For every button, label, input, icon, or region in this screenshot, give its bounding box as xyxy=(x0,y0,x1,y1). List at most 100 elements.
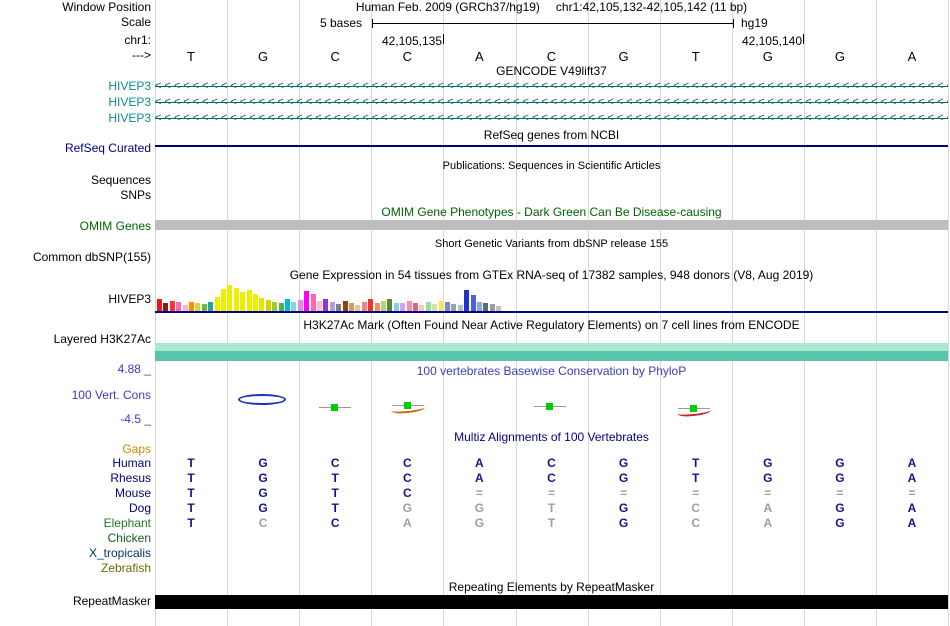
gencode-gene-label[interactable]: HIVEP3 xyxy=(0,96,151,109)
vertical-guideline xyxy=(803,0,805,626)
gtex-expression-bar xyxy=(342,301,348,311)
alignment-base: T xyxy=(187,486,195,500)
reference-base: G xyxy=(834,49,845,64)
phylop-min-label: -4.5 _ xyxy=(120,412,151,426)
species-label[interactable]: Elephant xyxy=(0,517,151,530)
track-title-omim[interactable]: OMIM Gene Phenotypes - Dark Green Can Be… xyxy=(155,206,948,219)
gtex-expression-bar xyxy=(278,303,284,311)
alignment-base: = xyxy=(764,486,772,500)
species-label[interactable]: Dog xyxy=(0,502,151,515)
alignment-base: T xyxy=(187,471,195,485)
gencode-gene-label[interactable]: HIVEP3 xyxy=(0,112,151,125)
track-title-phylop[interactable]: 100 vertebrates Basewise Conservation by… xyxy=(155,365,948,378)
gtex-expression-bar xyxy=(413,303,418,311)
track-title-h3k27ac[interactable]: H3K27Ac Mark (Often Found Near Active Re… xyxy=(155,319,948,332)
track-title-dbsnp[interactable]: Short Genetic Variants from dbSNP releas… xyxy=(155,238,948,251)
track-label-gtex-gene[interactable]: HIVEP3 xyxy=(0,293,151,306)
gtex-expression-bar xyxy=(285,299,290,311)
vertical-guideline xyxy=(587,0,589,626)
gtex-expression-bar xyxy=(349,303,354,311)
track-label-100-vert-cons[interactable]: 100 Vert. Cons xyxy=(0,389,151,402)
vertical-guideline xyxy=(659,0,661,626)
species-label[interactable]: Human xyxy=(0,457,151,470)
reference-base: T xyxy=(691,49,700,64)
gtex-expression-bar xyxy=(233,288,239,311)
alignment-base: C xyxy=(330,516,340,530)
track-title-gtex[interactable]: Gene Expression in 54 tissues from GTEx … xyxy=(155,269,948,282)
genome-browser: Window Position Human Feb. 2009 (GRCh37/… xyxy=(0,0,950,626)
alignment-base: G xyxy=(763,471,773,485)
gtex-expression-bar xyxy=(163,303,169,311)
track-label-snps[interactable]: SNPs xyxy=(0,189,151,202)
track-title-gencode[interactable]: GENCODE V49lift37 xyxy=(155,65,948,78)
alignment-base: G xyxy=(258,471,268,485)
reference-base: G xyxy=(618,49,629,64)
species-label[interactable]: Rhesus xyxy=(0,472,151,485)
gtex-expression-bar xyxy=(381,301,386,311)
gtex-expression-chart[interactable] xyxy=(155,284,948,313)
track-label-layered-h3k27ac[interactable]: Layered H3K27Ac xyxy=(0,333,151,346)
gtex-expression-bar xyxy=(438,301,444,311)
alignment-base: T xyxy=(187,516,195,530)
alignment-base: C xyxy=(402,486,412,500)
track-label-sequences[interactable]: Sequences xyxy=(0,174,151,187)
species-label[interactable]: Chicken xyxy=(0,532,151,545)
vertical-guideline xyxy=(875,0,877,626)
track-title-multiz[interactable]: Multiz Alignments of 100 Vertebrates xyxy=(155,431,948,444)
track-title-publications[interactable]: Publications: Sequences in Scientific Ar… xyxy=(155,160,948,173)
alignment-base: G xyxy=(618,471,629,485)
species-label[interactable]: Zebrafish xyxy=(0,562,151,575)
alignment-base: G xyxy=(618,501,629,515)
h3k27ac-signal-band[interactable] xyxy=(155,351,948,361)
track-title-repeatmasker[interactable]: Repeating Elements by RepeatMasker xyxy=(155,581,948,594)
gtex-expression-bar xyxy=(291,302,297,311)
species-label[interactable]: Mouse xyxy=(0,487,151,500)
repeatmasker-item[interactable] xyxy=(155,595,948,609)
gtex-expression-bar xyxy=(221,289,226,311)
alignment-base: G xyxy=(835,501,845,515)
h3k27ac-signal-band[interactable] xyxy=(155,343,948,351)
alignment-base: A xyxy=(763,501,773,515)
gencode-gene-model[interactable]: <<<<<<<<<<<<<<<<<<<<<<<<<<<<<<<<<<<<<<<<… xyxy=(155,112,948,125)
alignment-base: G xyxy=(835,471,845,485)
gtex-expression-bar xyxy=(470,295,476,311)
alignment-base: G xyxy=(258,456,268,470)
genome-assembly-label: hg19 xyxy=(741,16,768,30)
gencode-gene-model[interactable]: <<<<<<<<<<<<<<<<<<<<<<<<<<<<<<<<<<<<<<<<… xyxy=(155,80,948,93)
alignment-base: C xyxy=(402,471,412,485)
alignment-base: = xyxy=(836,486,844,500)
gencode-gene-label[interactable]: HIVEP3 xyxy=(0,80,151,93)
gtex-expression-bar xyxy=(310,294,316,311)
gtex-expression-bar xyxy=(400,303,406,311)
track-label-omim-genes[interactable]: OMIM Genes xyxy=(0,220,151,233)
track-label-refseq-curated[interactable]: RefSeq Curated xyxy=(0,142,151,155)
track-title-refseq[interactable]: RefSeq genes from NCBI xyxy=(155,129,948,142)
alignment-base: T xyxy=(692,456,700,470)
vertical-guideline xyxy=(155,0,156,626)
alignment-base: A xyxy=(475,471,484,485)
alignment-base: G xyxy=(258,501,268,515)
alignment-base: C xyxy=(691,501,701,515)
gtex-expression-bar xyxy=(393,303,399,311)
alignment-base: C xyxy=(547,471,556,485)
track-label-common-dbsnp[interactable]: Common dbSNP(155) xyxy=(0,251,151,264)
strand-direction-label: ---> xyxy=(132,48,151,62)
gencode-gene-model[interactable]: <<<<<<<<<<<<<<<<<<<<<<<<<<<<<<<<<<<<<<<<… xyxy=(155,96,948,109)
refseq-gene-item[interactable] xyxy=(155,145,948,147)
scale-value: 5 bases xyxy=(319,16,362,30)
track-label-repeatmasker[interactable]: RepeatMasker xyxy=(0,595,151,608)
alignment-base: G xyxy=(618,516,629,530)
gtex-expression-bar xyxy=(323,299,329,311)
alignment-base: C xyxy=(258,516,268,530)
gtex-expression-bar xyxy=(253,294,258,311)
alignment-base: = xyxy=(908,486,916,500)
track-label-gaps[interactable]: Gaps xyxy=(0,443,151,456)
alignment-base: T xyxy=(331,471,339,485)
alignment-base: = xyxy=(692,486,700,500)
species-label[interactable]: X_tropicalis xyxy=(0,547,151,560)
omim-gene-item[interactable] xyxy=(155,220,948,230)
gtex-expression-bar xyxy=(157,299,162,311)
gtex-expression-bar xyxy=(272,302,278,311)
alignment-base: = xyxy=(547,486,555,500)
window-coordinates: chr1:42,105,132-42,105,142 (11 bp) xyxy=(555,0,748,14)
